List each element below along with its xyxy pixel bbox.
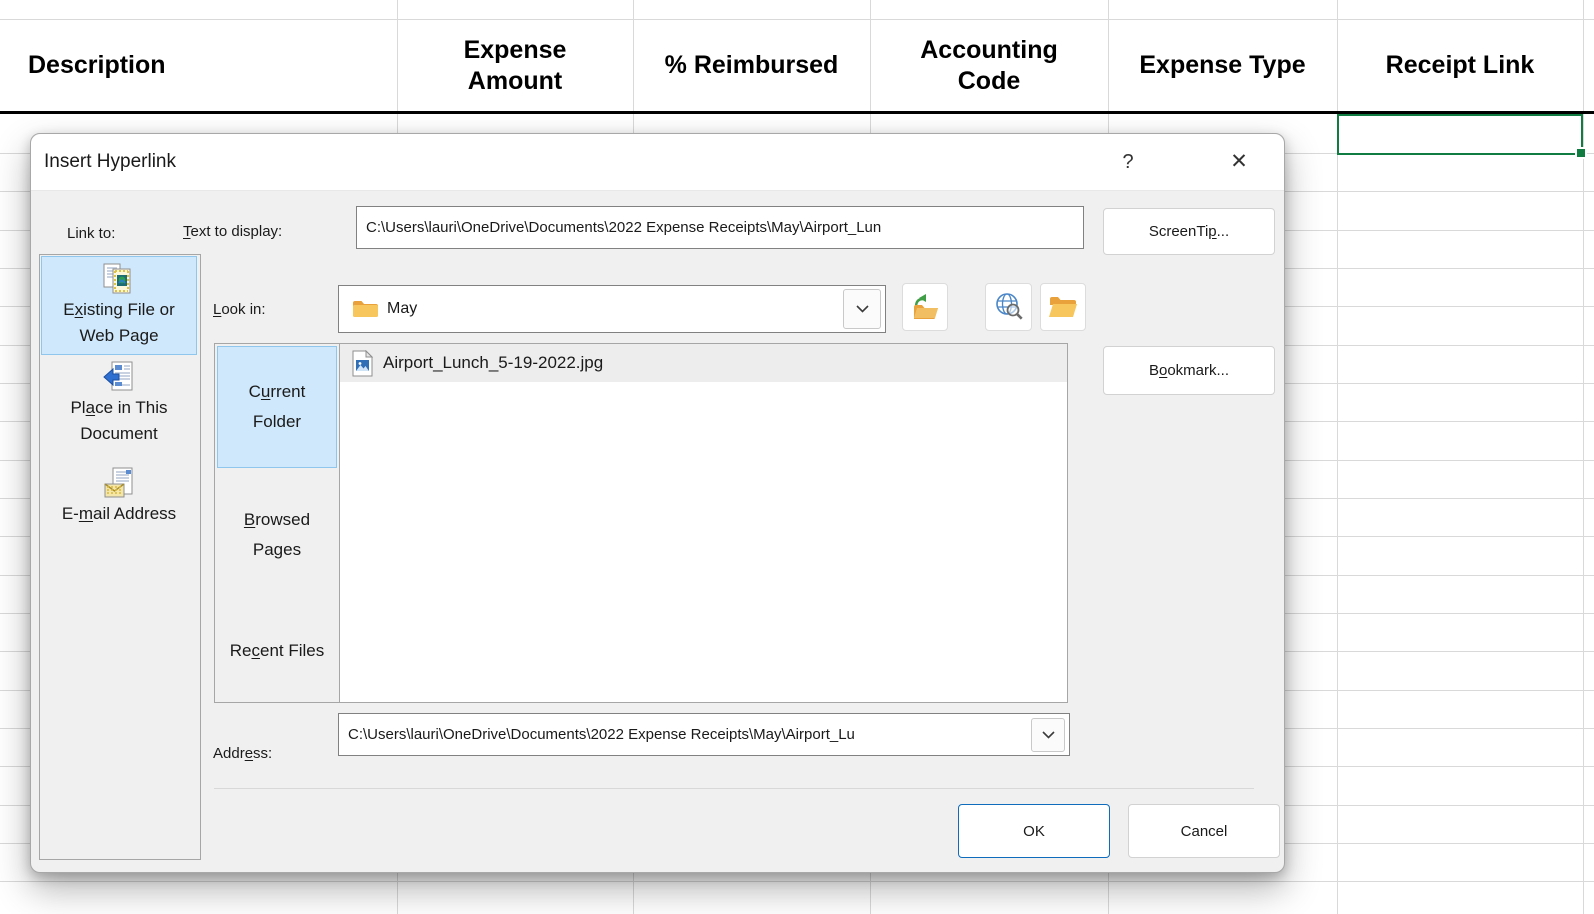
browse-the-web-icon — [995, 293, 1023, 320]
close-icon[interactable]: ✕ — [1222, 134, 1256, 190]
text-to-display-input[interactable]: C:\Users\lauri\OneDrive\Documents\2022 E… — [356, 206, 1084, 249]
place-in-this-document-icon — [103, 361, 133, 391]
look-in-value: May — [387, 300, 418, 317]
category-bar: Current Folder Browsed Pages Recent File… — [215, 344, 340, 702]
help-icon[interactable]: ? — [1111, 134, 1145, 190]
category-current-folder[interactable]: Current Folder — [217, 346, 337, 468]
footer-separator — [214, 788, 1254, 789]
chevron-down-icon — [1041, 731, 1055, 739]
up-one-folder-icon — [914, 294, 938, 319]
chevron-down-icon — [855, 305, 869, 313]
up-one-folder-button[interactable] — [902, 283, 948, 331]
cancel-button[interactable]: Cancel — [1128, 804, 1280, 858]
text-to-display-label: Text to display: — [183, 223, 283, 240]
look-in-chevron-button[interactable] — [843, 289, 881, 329]
column-header-accounting-code[interactable]: Accounting Code — [870, 20, 1108, 111]
fill-handle[interactable] — [1575, 147, 1587, 159]
link-to-email-address[interactable]: E-mail Address — [41, 461, 197, 527]
link-to-existing-file-or-web-page[interactable]: Existing File or Web Page — [41, 256, 197, 355]
screentip-button[interactable]: ScreenTip... — [1103, 208, 1275, 255]
browse-the-web-button[interactable] — [985, 283, 1032, 331]
link-to-label: Link to: — [67, 225, 116, 242]
insert-hyperlink-dialog: Insert Hyperlink ? ✕ Link to: Existing F… — [30, 133, 1285, 873]
category-browsed-pages[interactable]: Browsed Pages — [215, 502, 339, 568]
file-name: Airport_Lunch_5-19-2022.jpg — [383, 353, 604, 372]
address-dropdown[interactable]: C:\Users\lauri\OneDrive\Documents\2022 E… — [338, 713, 1070, 756]
link-to-place-in-this-document[interactable]: Place in This Document — [41, 355, 197, 447]
browse-for-file-button[interactable] — [1040, 283, 1086, 331]
column-header-percent-reimbursed[interactable]: % Reimbursed — [633, 20, 870, 111]
ok-button[interactable]: OK — [958, 804, 1110, 858]
folder-icon — [353, 301, 378, 317]
column-header-description[interactable]: Description — [0, 20, 425, 111]
category-recent-files[interactable]: Recent Files — [215, 634, 339, 668]
column-header-expense-amount[interactable]: Expense Amount — [397, 20, 633, 111]
address-value: C:\Users\lauri\OneDrive\Documents\2022 E… — [348, 726, 855, 743]
gridline — [0, 881, 1594, 882]
bookmark-button[interactable]: Bookmark... — [1103, 346, 1275, 395]
link-to-bar: Existing File or Web Page Place in This … — [39, 254, 201, 860]
existing-file-or-web-page-icon — [103, 263, 131, 294]
address-chevron-button[interactable] — [1031, 718, 1065, 752]
excel-window: Description Expense Amount % Reimbursed … — [0, 0, 1594, 914]
image-file-icon — [352, 349, 373, 376]
selected-cell[interactable] — [1337, 114, 1587, 159]
column-header-expense-type[interactable]: Expense Type — [1108, 20, 1337, 111]
email-address-icon — [104, 467, 133, 498]
dialog-title-bar: Insert Hyperlink ? ✕ — [31, 134, 1284, 191]
address-label: Address: — [213, 745, 273, 762]
file-list-item[interactable]: Airport_Lunch_5-19-2022.jpg — [340, 344, 1067, 382]
file-browser-panel: Current Folder Browsed Pages Recent File… — [214, 343, 1068, 703]
browse-for-file-icon — [1049, 297, 1077, 317]
column-header-receipt-link[interactable]: Receipt Link — [1337, 20, 1583, 111]
gridline — [1583, 0, 1584, 914]
dialog-title: Insert Hyperlink — [44, 151, 176, 172]
look-in-label: Look in: — [213, 301, 266, 318]
look-in-dropdown[interactable]: May — [338, 285, 886, 333]
